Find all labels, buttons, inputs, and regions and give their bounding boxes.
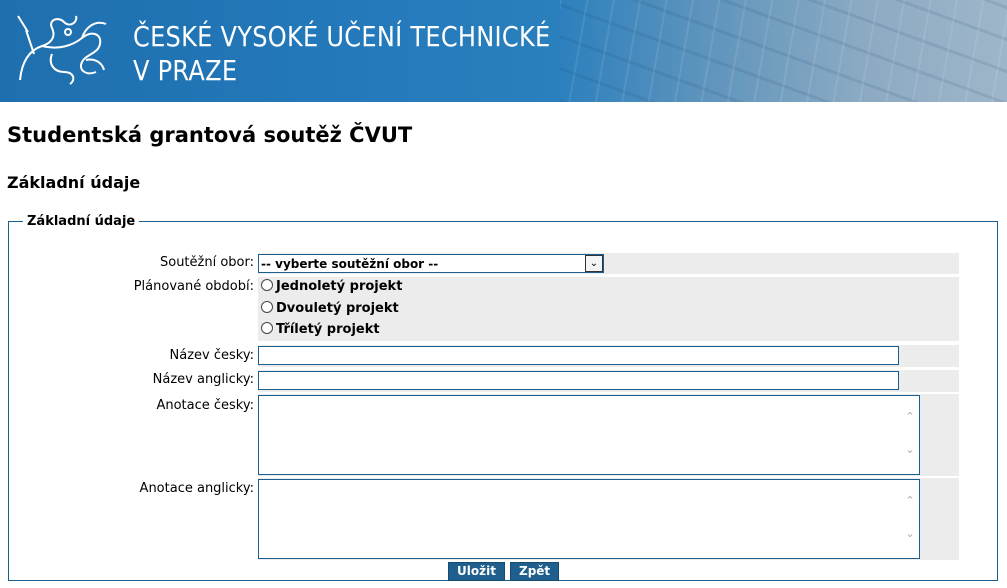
period-label: Plánované období: bbox=[133, 279, 254, 294]
university-name-line1: ČESKÉ VYSOKÉ UČENÍ TECHNICKÉ bbox=[133, 20, 551, 53]
save-button[interactable]: Uložit bbox=[448, 562, 505, 581]
period-option-two-year[interactable]: Dvouletý projekt bbox=[261, 301, 399, 321]
name-en-input[interactable] bbox=[258, 371, 899, 390]
radio-button[interactable] bbox=[261, 301, 273, 313]
annotation-en-label: Anotace anglicky: bbox=[139, 481, 254, 496]
university-name-line2: V PRAZE bbox=[133, 54, 238, 87]
header-banner: ČESKÉ VYSOKÉ UČENÍ TECHNICKÉ V PRAZE bbox=[0, 0, 1007, 102]
scroll-up-icon[interactable]: ⌃ bbox=[903, 410, 917, 424]
annotation-cz-label: Anotace česky: bbox=[156, 398, 254, 413]
period-option-one-year[interactable]: Jednoletý projekt bbox=[261, 279, 402, 299]
university-name: ČESKÉ VYSOKÉ UČENÍ TECHNICKÉ V PRAZE bbox=[133, 20, 550, 88]
name-cz-input[interactable] bbox=[258, 346, 899, 365]
scroll-down-icon[interactable]: ⌄ bbox=[903, 443, 917, 457]
competition-field-select[interactable]: -- vyberte soutěžní obor -- bbox=[258, 254, 604, 273]
scroll-up-icon[interactable]: ⌃ bbox=[903, 494, 917, 508]
section-title: Základní údaje bbox=[7, 173, 141, 192]
field-label: Soutěžní obor: bbox=[159, 255, 254, 270]
header-photo-decoration bbox=[560, 0, 1007, 102]
page-title: Studentská grantová soutěž ČVUT bbox=[7, 123, 413, 147]
period-option-label: Jednoletý projekt bbox=[276, 279, 403, 294]
cvut-lion-logo-icon bbox=[17, 15, 107, 85]
name-en-label: Název anglicky: bbox=[152, 372, 254, 387]
period-option-label: Tříletý projekt bbox=[276, 322, 380, 337]
period-option-three-year[interactable]: Tříletý projekt bbox=[261, 322, 380, 342]
chevron-down-icon[interactable]: ⌄ bbox=[585, 255, 603, 272]
radio-button[interactable] bbox=[261, 322, 273, 334]
fieldset-legend: Základní údaje bbox=[27, 214, 136, 229]
back-button[interactable]: Zpět bbox=[510, 562, 560, 581]
basic-info-fieldset: Základní údaje Soutěžní obor: -- vyberte… bbox=[8, 214, 998, 581]
period-option-label: Dvouletý projekt bbox=[276, 301, 399, 316]
scroll-down-icon[interactable]: ⌄ bbox=[903, 527, 917, 541]
radio-button[interactable] bbox=[261, 279, 273, 291]
annotation-en-textarea[interactable] bbox=[258, 479, 920, 559]
annotation-cz-textarea[interactable] bbox=[258, 395, 920, 475]
name-cz-label: Název česky: bbox=[169, 348, 254, 363]
